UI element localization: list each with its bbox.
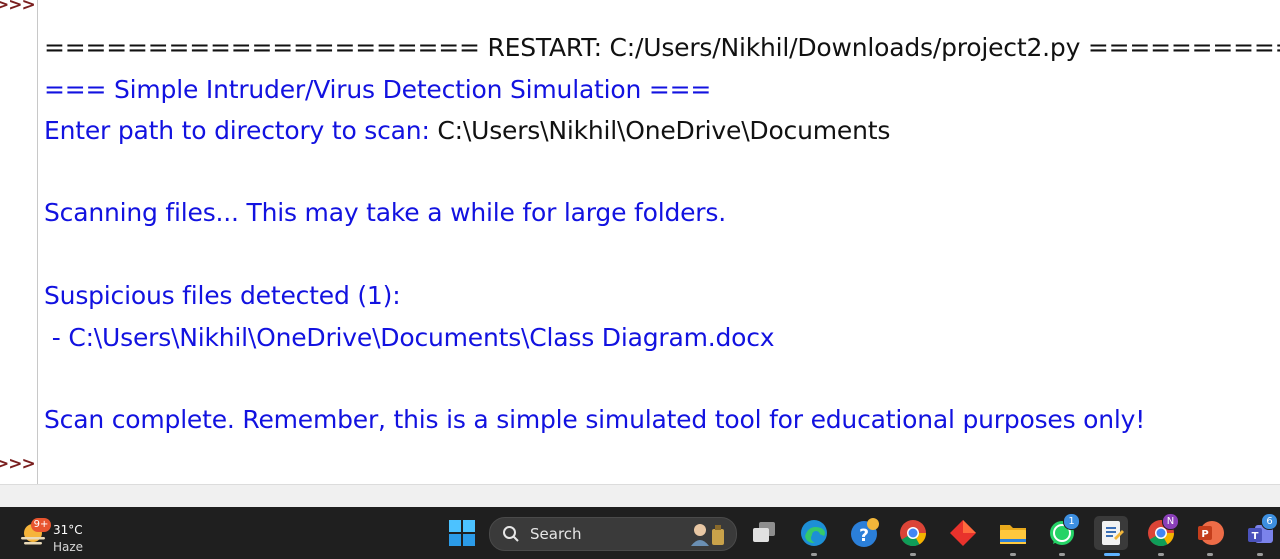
red-diamond-app-icon — [950, 520, 976, 546]
shell-prompt-bottom: >>> — [0, 454, 36, 474]
windows-logo-icon — [449, 520, 475, 546]
running-indicator — [1010, 553, 1016, 556]
svg-text:P: P — [1201, 529, 1208, 540]
weather-alert-badge: 9+ — [31, 518, 51, 532]
path-prompt-text: Enter path to directory to scan: — [44, 116, 438, 145]
whatsapp-unread-badge: 1 — [1063, 513, 1080, 530]
program-title-line: === Simple Intruder/Virus Detection Simu… — [44, 75, 712, 104]
help-tips-icon: ? — [851, 518, 879, 547]
taskbar-app-red[interactable] — [946, 516, 980, 550]
teams-notification-badge: 6 — [1261, 513, 1278, 530]
taskbar-teams[interactable]: T 6 — [1243, 513, 1278, 556]
scan-complete-line: Scan complete. Remember, this is a simpl… — [44, 405, 1146, 434]
running-indicator — [1257, 553, 1263, 556]
restart-banner: ===================== RESTART: C:/Users/… — [44, 33, 1280, 62]
search-placeholder: Search — [530, 525, 582, 543]
taskbar-chrome[interactable] — [896, 516, 930, 556]
idle-shell-output[interactable]: >>> >>> ===================== RESTART: C… — [0, 0, 1280, 484]
running-indicator — [1207, 553, 1213, 556]
running-indicator — [1158, 553, 1164, 556]
start-button[interactable] — [445, 516, 479, 550]
taskbar-whatsapp[interactable]: 1 — [1045, 513, 1080, 556]
path-input-value: C:\Users\Nikhil\OneDrive\Documents — [437, 116, 891, 145]
chrome-profile-badge: N — [1162, 513, 1179, 530]
suspicious-file-line: - C:\Users\Nikhil\OneDrive\Documents\Cla… — [44, 323, 775, 352]
active-indicator — [1104, 553, 1120, 556]
task-view-icon — [753, 522, 775, 542]
running-indicator — [811, 553, 817, 556]
running-indicator — [1059, 553, 1065, 556]
taskbar-chrome-profile[interactable]: N — [1144, 513, 1179, 556]
taskbar-file-explorer[interactable] — [996, 516, 1030, 556]
scanning-line: Scanning files... This may take a while … — [44, 198, 726, 227]
running-indicator — [910, 553, 916, 556]
path-input-line: Enter path to directory to scan: C:\User… — [44, 114, 890, 148]
shell-prompt-top: >>> — [0, 0, 36, 15]
taskbar-powerpoint[interactable]: P — [1193, 516, 1227, 556]
task-view-button[interactable] — [747, 516, 781, 550]
windows-taskbar: 9+ 31°C Haze Search ? 1 N P T 6 — [0, 507, 1280, 559]
svg-text:T: T — [1252, 531, 1259, 542]
search-highlight-icon — [691, 524, 724, 546]
taskbar-copilot[interactable]: ? — [847, 516, 881, 550]
taskbar-idle-python[interactable] — [1094, 516, 1128, 556]
horizontal-scrollbar[interactable] — [0, 484, 1280, 507]
weather-condition: Haze — [53, 540, 84, 554]
folder-icon — [1000, 525, 1026, 544]
weather-temperature: 31°C — [53, 523, 83, 537]
svg-text:?: ? — [859, 526, 869, 546]
edge-browser-icon — [801, 520, 827, 546]
search-icon — [503, 526, 519, 542]
idle-editor-icon — [1102, 521, 1124, 545]
taskbar-edge[interactable] — [797, 516, 831, 556]
weather-widget[interactable]: 9+ 31°C Haze — [14, 514, 104, 554]
suspicious-header-line: Suspicious files detected (1): — [44, 281, 401, 310]
prompt-gutter: >>> >>> — [0, 0, 38, 484]
taskbar-search-box[interactable]: Search — [489, 517, 737, 551]
powerpoint-icon: P — [1198, 521, 1224, 545]
chrome-browser-icon — [900, 520, 927, 547]
